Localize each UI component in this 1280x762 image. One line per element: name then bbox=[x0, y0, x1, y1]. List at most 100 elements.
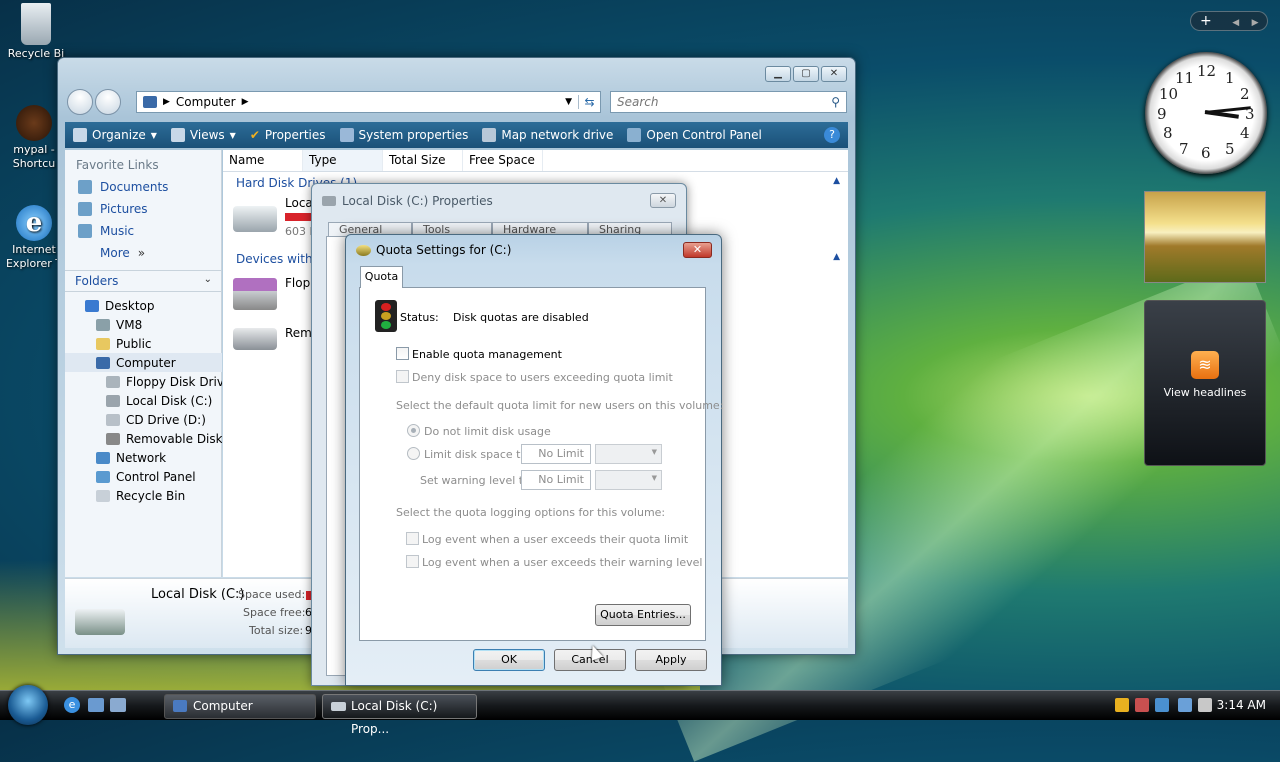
desktop-icon-label: Internet Explorer T bbox=[5, 243, 62, 270]
limit-space-input[interactable]: No Limit bbox=[521, 444, 591, 464]
sidebar-gadget-bar[interactable]: + ◀ ▶ bbox=[1190, 11, 1268, 31]
details-name: Local Disk (C:) bbox=[151, 587, 245, 602]
search-input[interactable]: Search ⚲ bbox=[610, 91, 847, 113]
column-total-size[interactable]: Total Size bbox=[383, 150, 463, 171]
search-placeholder: Search bbox=[617, 95, 659, 109]
collapse-icon[interactable]: ▲ bbox=[833, 252, 840, 262]
network-icon[interactable] bbox=[1178, 698, 1192, 712]
tree-item-control-panel[interactable]: Control Panel bbox=[65, 467, 222, 486]
tree-item-vm8[interactable]: VM8 bbox=[65, 315, 222, 334]
back-button[interactable] bbox=[67, 89, 93, 115]
hard-disk-icon bbox=[106, 394, 120, 407]
switch-windows-icon[interactable] bbox=[110, 698, 126, 712]
properties-button[interactable]: ✔ Properties bbox=[250, 128, 326, 142]
folders-header[interactable]: Folders ⌄ bbox=[65, 270, 222, 292]
maximize-button[interactable]: ▢ bbox=[793, 66, 819, 82]
quota-panel: Status: Disk quotas are disabled Enable … bbox=[359, 287, 723, 641]
search-icon[interactable]: ⚲ bbox=[831, 95, 840, 109]
desktop-icon-label: Recycle Bi bbox=[7, 47, 65, 60]
disk-icon bbox=[356, 245, 371, 256]
log-warning-checkbox[interactable] bbox=[406, 555, 419, 568]
minimize-button[interactable]: ▁ bbox=[765, 66, 791, 82]
map-network-drive-button[interactable]: Map network drive bbox=[482, 128, 613, 142]
chevron-right-icon[interactable]: ▶ bbox=[1252, 18, 1259, 28]
internet-explorer-icon[interactable]: e bbox=[64, 697, 80, 713]
security-shield-icon[interactable] bbox=[1115, 698, 1129, 712]
address-text: Computer bbox=[175, 95, 236, 109]
tray-expand-icon[interactable] bbox=[1135, 698, 1149, 712]
refresh-icon[interactable]: ⇆ bbox=[578, 95, 600, 109]
window-controls: ▁ ▢ ✕ bbox=[765, 66, 847, 82]
log-quota-checkbox[interactable] bbox=[406, 532, 419, 545]
address-bar[interactable]: ▶ Computer ▶ ▼ ⇆ bbox=[136, 91, 601, 113]
tab-quota[interactable]: Quota bbox=[360, 266, 403, 288]
column-type[interactable]: Type bbox=[303, 150, 383, 171]
mypal-icon bbox=[16, 105, 52, 141]
system-properties-button[interactable]: System properties bbox=[339, 128, 468, 142]
favorite-link-pictures[interactable]: Pictures bbox=[65, 198, 221, 220]
quota-entries-button[interactable]: Quota Entries... bbox=[595, 604, 691, 626]
help-button[interactable]: ? bbox=[824, 127, 840, 143]
tree-item-network[interactable]: Network bbox=[65, 448, 222, 467]
volume-muted-icon[interactable] bbox=[1198, 698, 1212, 712]
view-headlines-link[interactable]: View headlines bbox=[1164, 386, 1247, 399]
network-status-icon[interactable] bbox=[1155, 698, 1169, 712]
tree-item-recycle-bin[interactable]: Recycle Bin bbox=[65, 486, 222, 505]
organize-button[interactable]: Organize ▼ bbox=[73, 128, 157, 142]
start-button[interactable] bbox=[8, 685, 48, 725]
organize-icon bbox=[73, 128, 87, 142]
views-button[interactable]: Views ▼ bbox=[170, 128, 236, 142]
warning-unit-dropdown[interactable] bbox=[595, 470, 662, 490]
taskbar-button-computer[interactable]: Computer bbox=[164, 694, 316, 719]
warning-level-input[interactable]: No Limit bbox=[521, 470, 591, 490]
favorite-links-title: Favorite Links bbox=[76, 158, 159, 172]
close-button[interactable]: ✕ bbox=[821, 66, 847, 82]
add-gadget-icon[interactable]: + bbox=[1200, 13, 1212, 29]
computer-icon bbox=[173, 700, 187, 712]
breadcrumb-separator-icon: ▶ bbox=[241, 97, 249, 107]
folder-tree: Desktop VM8 Public Computer Floppy Disk … bbox=[65, 296, 222, 505]
tree-item-computer[interactable]: Computer bbox=[65, 353, 222, 372]
traffic-light-icon bbox=[375, 300, 397, 332]
favorite-link-music[interactable]: Music bbox=[65, 220, 221, 242]
column-free-space[interactable]: Free Space bbox=[463, 150, 543, 171]
quota-dialog-title: Quota Settings for (C:) bbox=[376, 243, 512, 257]
chevron-left-icon[interactable]: ◀ bbox=[1232, 18, 1239, 28]
computer-icon bbox=[96, 356, 110, 369]
disk-icon bbox=[322, 196, 336, 206]
desktop-icon-recycle-bin[interactable]: Recycle Bi bbox=[4, 3, 68, 61]
no-limit-radio[interactable] bbox=[407, 424, 420, 437]
deny-space-checkbox[interactable] bbox=[396, 370, 409, 383]
tree-item-desktop[interactable]: Desktop bbox=[65, 296, 222, 315]
apply-button[interactable]: Apply bbox=[635, 649, 707, 671]
show-desktop-icon[interactable] bbox=[88, 698, 104, 712]
enable-quota-checkbox[interactable] bbox=[396, 347, 409, 360]
rss-icon: ≋ bbox=[1191, 351, 1219, 379]
ok-button[interactable]: OK bbox=[473, 649, 545, 671]
close-button[interactable]: ✕ bbox=[650, 193, 676, 208]
chevron-down-icon[interactable]: ▼ bbox=[565, 97, 572, 107]
hard-disk-icon bbox=[75, 609, 125, 635]
tree-item-removable-disk[interactable]: Removable Disk (E bbox=[65, 429, 222, 448]
column-name[interactable]: Name bbox=[223, 150, 303, 171]
taskbar-button-properties[interactable]: Local Disk (C:) Prop... bbox=[322, 694, 477, 736]
tree-item-local-disk[interactable]: Local Disk (C:) bbox=[65, 391, 222, 410]
collapse-icon[interactable]: ▲ bbox=[833, 176, 840, 186]
log-warning-label: Log event when a user exceeds their warn… bbox=[422, 556, 703, 569]
limit-space-radio[interactable] bbox=[407, 447, 420, 460]
close-button[interactable]: ✕ bbox=[683, 242, 712, 258]
taskbar-clock[interactable]: 3:14 AM bbox=[1217, 698, 1266, 712]
open-control-panel-button[interactable]: Open Control Panel bbox=[627, 128, 762, 142]
clock-gadget[interactable]: 12 1 2 3 4 5 6 7 8 9 10 11 bbox=[1145, 52, 1267, 174]
forward-button[interactable] bbox=[95, 89, 121, 115]
favorite-link-more[interactable]: More» bbox=[65, 242, 221, 264]
cd-drive-icon bbox=[106, 413, 120, 426]
tree-item-floppy[interactable]: Floppy Disk Drive bbox=[65, 372, 222, 391]
limit-unit-dropdown[interactable] bbox=[595, 444, 662, 464]
tree-item-cd-drive[interactable]: CD Drive (D:) bbox=[65, 410, 222, 429]
favorite-link-documents[interactable]: Documents bbox=[65, 176, 221, 198]
internet-explorer-icon: e bbox=[16, 205, 52, 241]
slideshow-gadget[interactable] bbox=[1144, 191, 1266, 283]
feed-headlines-gadget[interactable]: ≋ View headlines bbox=[1144, 300, 1266, 466]
tree-item-public[interactable]: Public bbox=[65, 334, 222, 353]
